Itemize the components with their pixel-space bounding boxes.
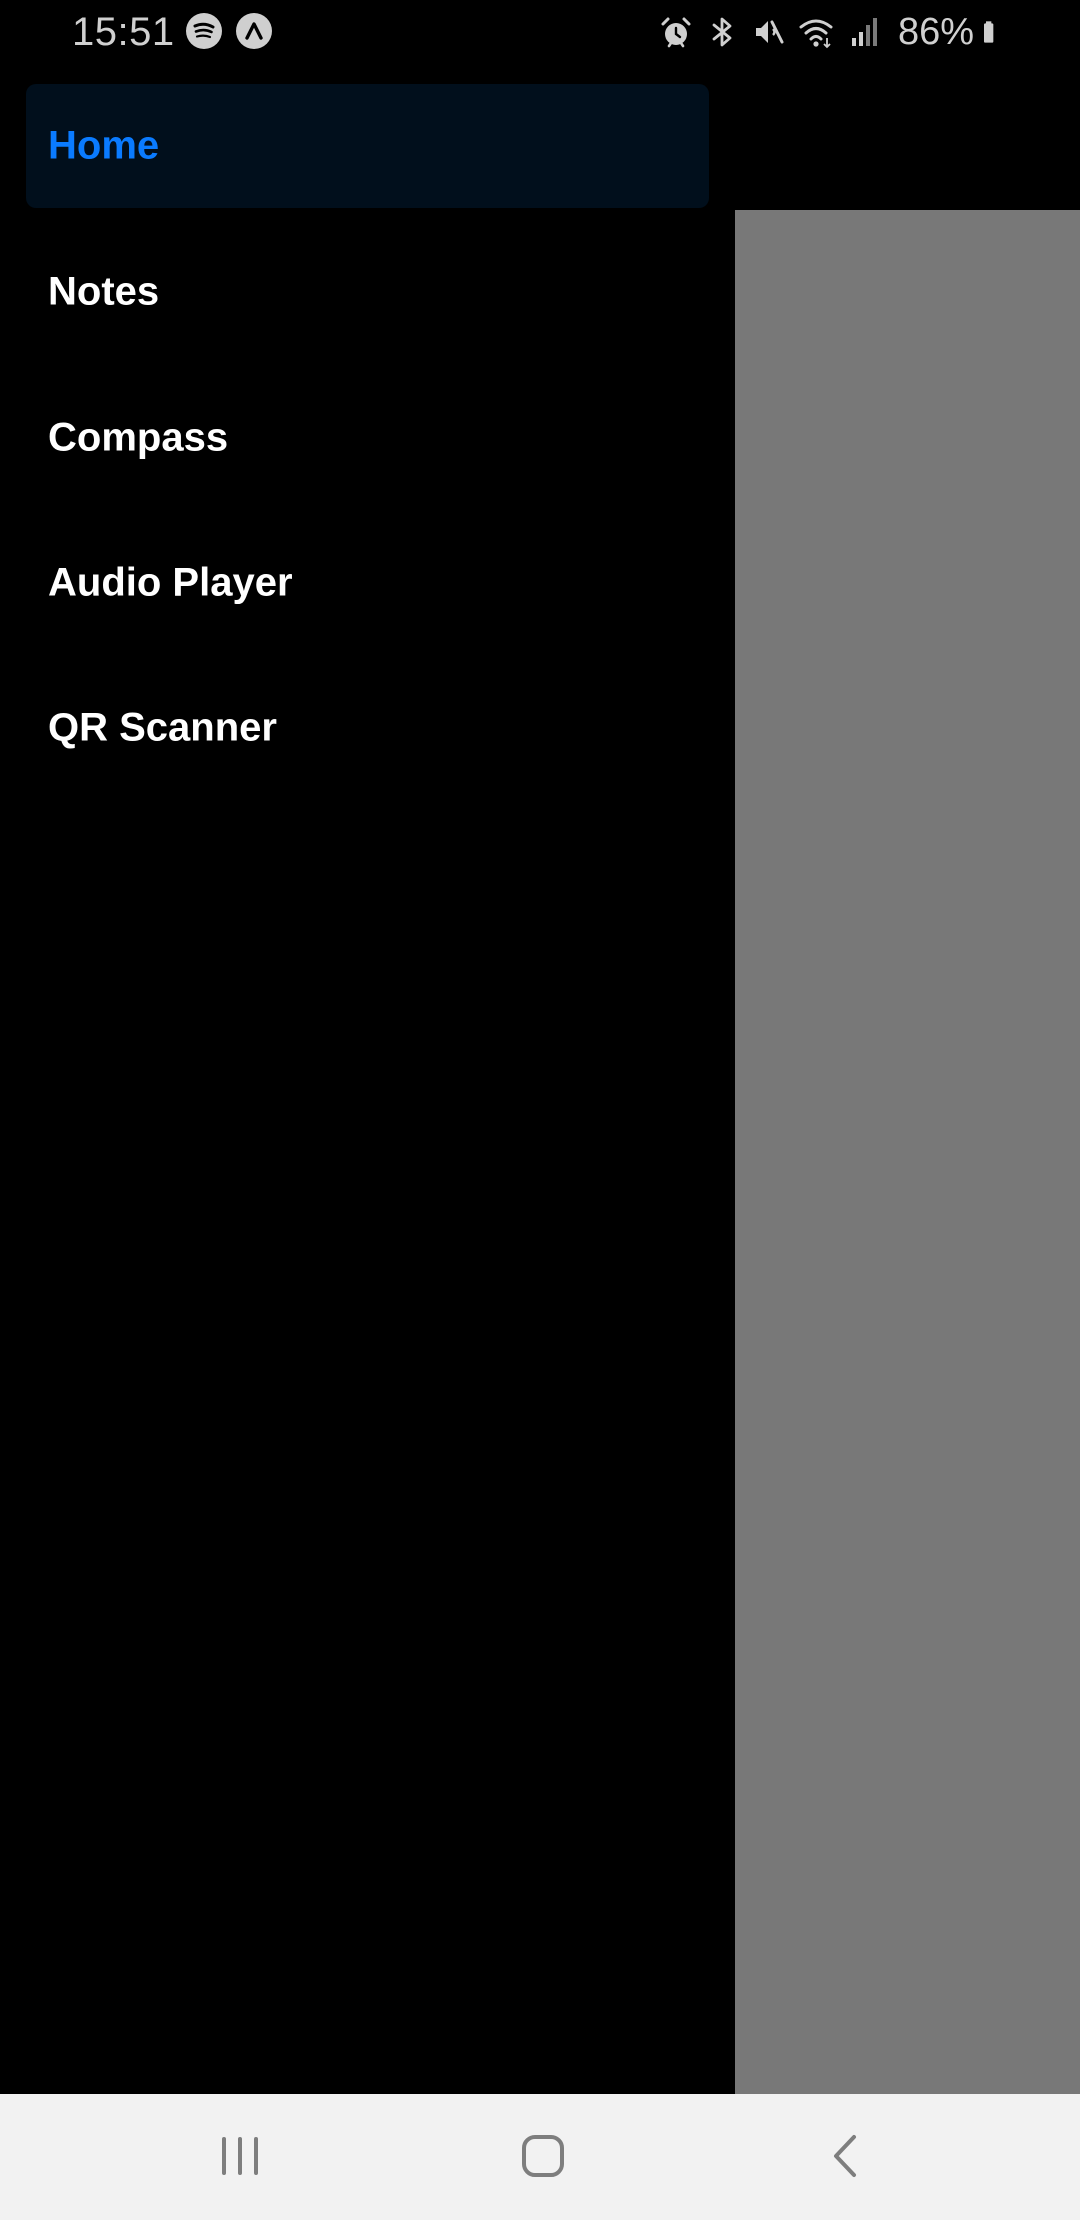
back-button[interactable] <box>806 2117 886 2197</box>
drawer-item-audio-player[interactable]: Audio Player <box>26 521 709 645</box>
battery-percent: 86% <box>897 10 974 53</box>
recents-icon <box>222 2137 258 2175</box>
drawer-item-label: QR Scanner <box>48 705 277 750</box>
drawer-item-notes[interactable]: Notes <box>26 230 709 354</box>
home-button[interactable] <box>504 2117 584 2197</box>
app-arrow-icon <box>236 13 272 49</box>
back-icon <box>834 2135 856 2177</box>
alarm-icon <box>661 17 691 48</box>
battery-icon <box>984 21 994 43</box>
drawer-item-qr-scanner[interactable]: QR Scanner <box>26 666 709 790</box>
home-icon <box>522 2135 564 2177</box>
drawer-item-label: Home <box>48 123 160 168</box>
navigation-drawer: Home Notes Compass Audio Player QR Scann… <box>0 0 735 2094</box>
app-screen: Get started Home Notes Compass Audio Pla… <box>0 0 1080 2220</box>
drawer-item-home[interactable]: Home <box>26 84 709 208</box>
drawer-item-label: Compass <box>48 415 229 460</box>
mute-icon <box>755 20 784 44</box>
recents-button[interactable] <box>202 2117 282 2197</box>
status-icons: 86% <box>658 10 1008 53</box>
wifi-icon <box>799 19 833 49</box>
bluetooth-icon <box>712 17 732 47</box>
drawer-item-label: Audio Player <box>48 560 293 605</box>
drawer-item-label: Notes <box>48 269 160 314</box>
system-nav-bar <box>0 2094 1080 2220</box>
drawer-item-compass[interactable]: Compass <box>26 376 709 500</box>
status-time: 15:51 <box>72 10 175 54</box>
spotify-icon <box>186 13 222 49</box>
status-bar: 15:51 86% <box>0 0 1080 64</box>
signal-icon <box>851 18 877 46</box>
